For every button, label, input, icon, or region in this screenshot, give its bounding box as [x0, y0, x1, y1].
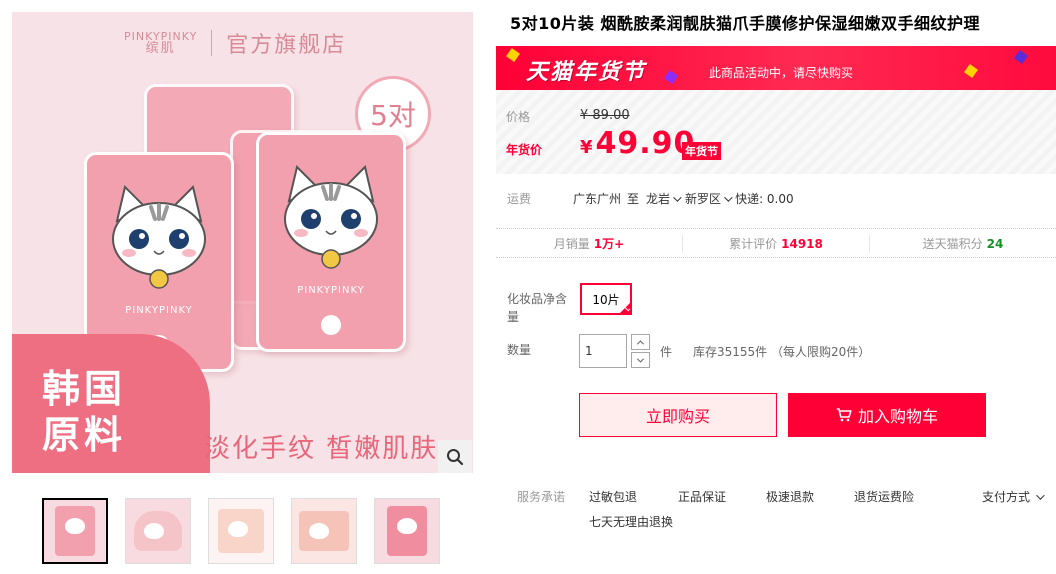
service-label: 服务承诺	[517, 490, 566, 504]
festival-tag: 年货节	[682, 142, 721, 160]
tmall-points-label: 送天猫积分	[922, 236, 983, 251]
shipping-label: 运费	[507, 192, 532, 206]
thumbnail-4[interactable]	[291, 498, 357, 564]
city-select[interactable]: 龙岩	[646, 190, 683, 207]
service-item[interactable]: 七天无理由退换	[589, 513, 673, 530]
thumbnail-5[interactable]	[374, 498, 440, 564]
price-panel: 价格 ¥ 89.00 年货价 ¥49.90 年货节	[496, 90, 1056, 174]
chevron-down-icon	[673, 192, 682, 202]
promo-note: 此商品活动中，请尽快购买	[709, 66, 854, 80]
service-item[interactable]: 极速退款	[766, 488, 814, 505]
current-price: ¥49.90	[580, 126, 695, 161]
district-value: 新罗区	[685, 192, 722, 206]
mask-brand-label: PINKYPINKY	[297, 285, 365, 296]
tmall-points: 送天猫积分 24	[869, 234, 1056, 252]
selected-check-icon	[619, 302, 631, 314]
shipping-row: 运费 广东广州 至 龙岩 新罗区 快递: 0.00	[507, 190, 794, 207]
spec-option-selected[interactable]: 10片	[580, 283, 632, 315]
currency-symbol: ¥	[580, 137, 594, 158]
thumbnail-image	[134, 511, 182, 551]
brand-logo-cn: 缤肌	[145, 41, 176, 56]
quantity-decrease-button[interactable]	[631, 352, 650, 368]
product-tagline: 淡化手纹 皙嫩肌肤	[204, 434, 439, 464]
promo-banner[interactable]: 天猫年货节 此商品活动中，请尽快购买	[496, 46, 1056, 90]
current-price-value: 49.90	[595, 126, 696, 161]
zoom-button[interactable]	[438, 440, 472, 473]
thumbnail-image	[55, 506, 95, 556]
thumbnail-image	[299, 511, 349, 551]
confetti-decoration	[664, 70, 678, 84]
festival-price-label: 年货价	[506, 143, 543, 157]
service-item[interactable]: 过敏包退	[589, 488, 637, 505]
brand-divider	[211, 30, 213, 56]
origin-badge-text: 韩国 原料	[42, 366, 126, 458]
chevron-up-icon	[636, 339, 645, 347]
service-item[interactable]: 退货运费险	[854, 488, 914, 505]
cat-illustration	[112, 185, 206, 289]
add-to-cart-button[interactable]: 加入购物车	[788, 393, 986, 437]
thumbnail-3[interactable]	[208, 498, 274, 564]
origin-line-2: 原料	[42, 413, 127, 457]
review-count-label: 累计评价	[729, 236, 778, 251]
magnifier-icon	[447, 448, 464, 465]
thumbnail-2[interactable]	[125, 498, 191, 564]
brand-logo: PINKYPINKY 缤肌	[124, 31, 197, 56]
confetti-decoration	[964, 64, 978, 78]
add-to-cart-label: 加入购物车	[857, 407, 938, 426]
thumbnail-image	[218, 509, 264, 553]
express-fee: 快递: 0.00	[735, 192, 794, 206]
hand-mask-pack: PINKYPINKY	[256, 132, 406, 352]
ship-from: 广东广州	[573, 192, 622, 206]
store-label: 官方旗舰店	[226, 33, 347, 58]
cat-illustration	[284, 165, 378, 269]
quantity-input[interactable]	[579, 334, 627, 368]
tmall-points-value: 24	[986, 236, 1004, 251]
main-product-image[interactable]: PINKYPINKY 缤肌 官方旗舰店 5对 PINKYPINKY PINKYP…	[12, 12, 473, 473]
thumbnail-image	[387, 506, 427, 556]
confetti-decoration	[506, 48, 520, 62]
chevron-down-icon	[1036, 490, 1045, 500]
ship-to-word: 至	[627, 192, 640, 206]
thumbnail-1[interactable]	[42, 498, 108, 564]
quantity-unit: 件	[660, 345, 673, 359]
stock-info: 库存35155件 （每人限购20件）	[693, 345, 871, 359]
thumbnail-strip	[42, 498, 440, 564]
quantity-increase-button[interactable]	[631, 334, 650, 350]
stats-row: 月销量 1万+ 累计评价 14918 送天猫积分 24	[496, 228, 1056, 258]
promo-title: 天猫年货节	[526, 60, 647, 85]
payment-method-label: 支付方式	[982, 490, 1031, 504]
origin-line-1: 韩国	[42, 367, 127, 411]
district-select[interactable]: 新罗区	[685, 190, 734, 207]
product-title: 5对10片装 烟酰胺柔润靓肤猫爪手膜修护保湿细嫩双手细纹护理	[510, 14, 980, 33]
monthly-sales: 月销量 1万+	[496, 235, 682, 252]
buy-now-button[interactable]: 立即购买	[579, 393, 777, 437]
review-count-value: 14918	[781, 236, 823, 251]
original-price: ¥ 89.00	[580, 108, 630, 123]
service-item[interactable]: 正品保证	[678, 488, 726, 505]
city-value: 龙岩	[646, 192, 671, 206]
cart-icon	[836, 408, 852, 422]
price-label: 价格	[506, 110, 531, 124]
spec-option-label: 10片	[592, 292, 620, 307]
review-count[interactable]: 累计评价 14918	[682, 234, 869, 252]
spec-label: 化妆品净含量	[507, 292, 568, 324]
payment-method-dropdown[interactable]: 支付方式	[982, 488, 1045, 505]
monthly-sales-label: 月销量	[553, 236, 590, 251]
mask-brand-label: PINKYPINKY	[125, 305, 193, 316]
brand-bar: PINKYPINKY 缤肌 官方旗舰店	[12, 12, 473, 74]
monthly-sales-value: 1万+	[593, 236, 625, 251]
chevron-down-icon	[636, 355, 645, 363]
chevron-down-icon	[724, 192, 733, 202]
confetti-decoration	[1014, 50, 1028, 64]
paw-icon	[321, 315, 341, 335]
quantity-label: 数量	[507, 343, 532, 357]
